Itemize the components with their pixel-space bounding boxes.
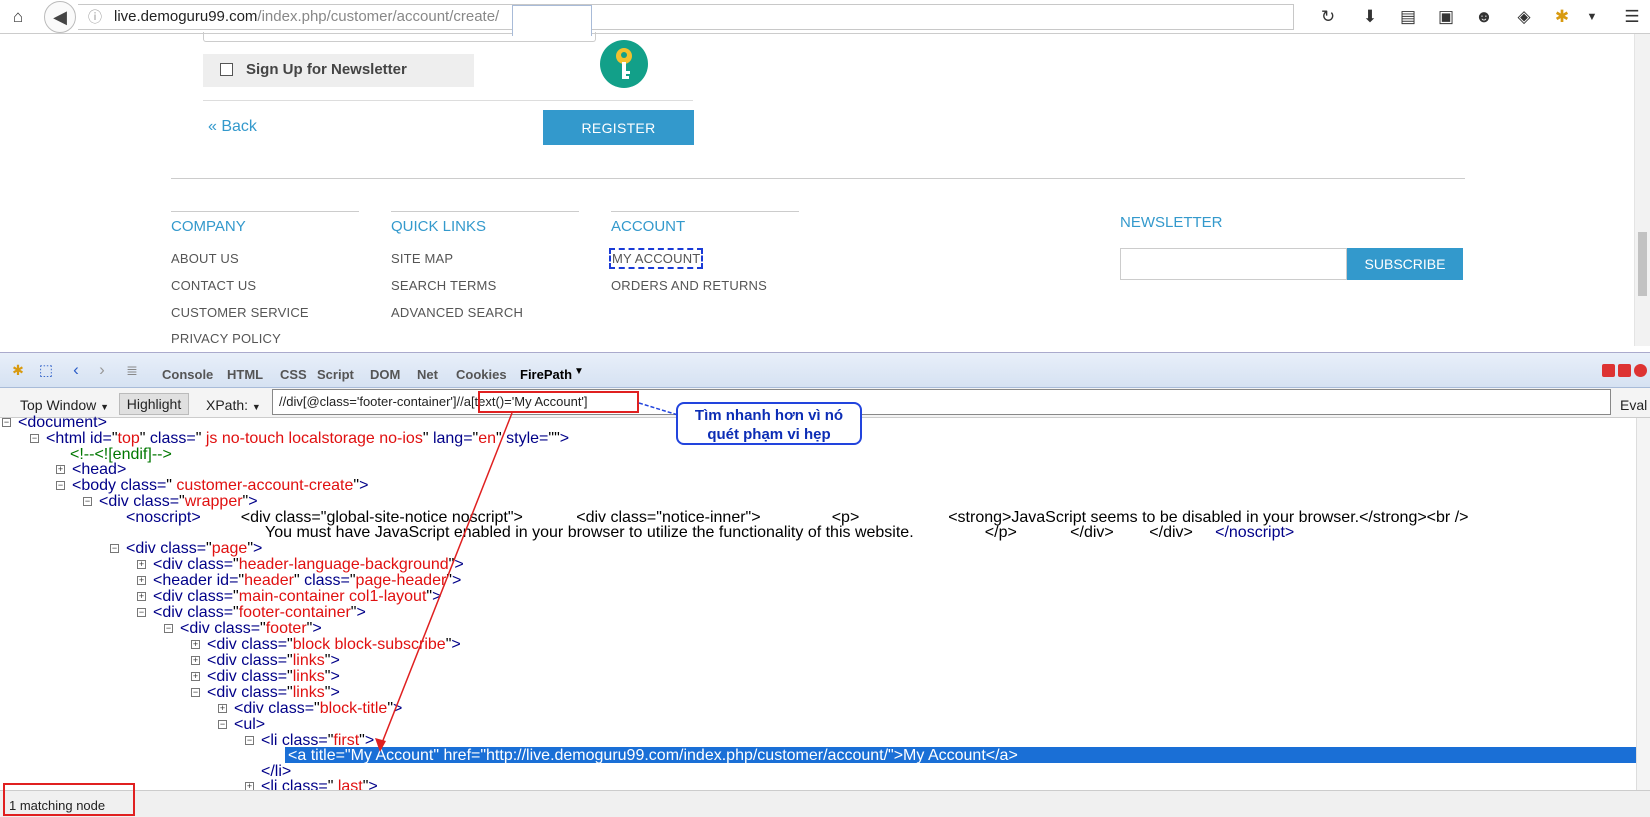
annotation-arrows (375, 402, 679, 752)
status-highlight-box (3, 783, 135, 816)
status-bar (0, 790, 1650, 817)
